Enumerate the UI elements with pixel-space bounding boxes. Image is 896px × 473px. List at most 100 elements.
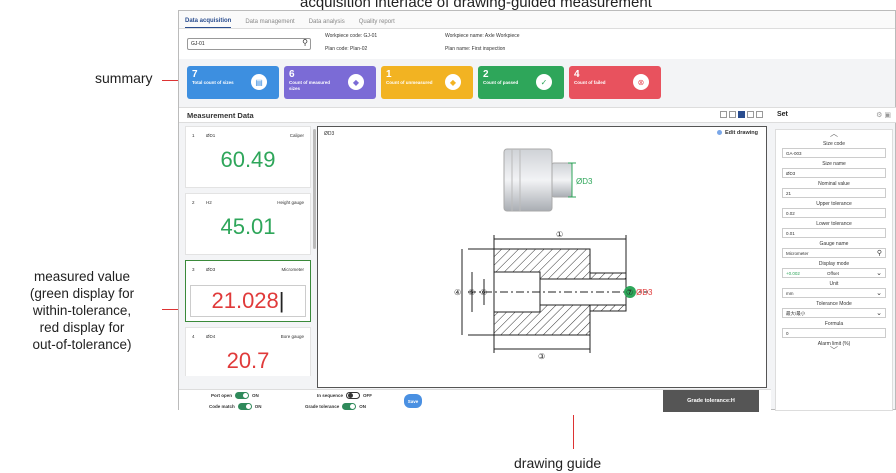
in-sequence-toggle[interactable]: In sequence OFF — [317, 392, 372, 399]
part-3d-preview: ØD3 — [503, 148, 593, 212]
code-match-switch[interactable] — [237, 403, 252, 410]
app-window: Data acquisition Data management Data an… — [178, 10, 896, 412]
grade-tolerance-label: Grade tolerance — [305, 404, 340, 409]
save-button[interactable]: Save — [404, 394, 422, 408]
measured-value[interactable]: 21.028| — [190, 285, 306, 317]
callout-measured-line-2: (green display for — [29, 286, 135, 301]
tab-data-analysis[interactable]: Data analysis — [309, 19, 345, 28]
port-open-label: Port open — [211, 393, 232, 398]
grade-tolerance-switch[interactable] — [342, 403, 357, 410]
gauge-name-value: Micrometer — [786, 250, 809, 256]
callout-measured-line-3: within-tolerance, — [32, 303, 132, 318]
port-open-toggle[interactable]: Port open ON — [211, 392, 259, 399]
workpiece-code: Workpiece code: GJ-01 — [325, 33, 378, 39]
settings-icon[interactable]: ⚙ ▣ — [876, 111, 891, 119]
list-item-selected[interactable]: 3 ØD3 Micrometer 21.028| — [185, 260, 311, 322]
card-measured-label: Count of measured sizes — [289, 80, 331, 91]
chevron-down-icon: ⌄ — [876, 270, 882, 277]
item-gauge: Bore gauge — [280, 334, 304, 339]
card-total-label: Total count of sizes — [192, 80, 234, 85]
card-unmeasured[interactable]: 1 Count of unmeasured ◆ — [381, 66, 473, 99]
card-failed[interactable]: 4 Count of failed ⊗ — [569, 66, 661, 99]
upper-tolerance-label: Upper tolerance — [816, 201, 852, 207]
gauge-name-field[interactable]: Micrometer ⚲ — [782, 248, 886, 258]
item-index: 4 — [192, 334, 195, 339]
card-passed-label: Count of passed — [483, 80, 519, 85]
item-size: ØD4 — [206, 334, 216, 339]
grade-tolerance-toggle[interactable]: Grade tolerance ON — [305, 403, 366, 410]
plan-code: Plan code: Plan-02 — [325, 46, 368, 52]
ruler-icon: ◆ — [445, 74, 461, 90]
set-header: Set ⚙ ▣ — [771, 107, 896, 123]
port-open-switch[interactable] — [235, 392, 249, 399]
tab-quality-report[interactable]: Quality report — [359, 19, 395, 28]
split-view-icon[interactable] — [747, 111, 754, 118]
tab-data-acquisition[interactable]: Data acquisition — [185, 18, 232, 28]
drawing-guide[interactable]: ØD3 Edit drawing ØD3 ① ③ ④ ⑤ ⑥ ⑦ ØD3 — [317, 126, 767, 388]
unit-label: Unit — [829, 281, 839, 287]
grade-tolerance-button[interactable]: Grade tolerance:H — [663, 390, 759, 412]
in-sequence-switch[interactable] — [346, 392, 361, 399]
view-mode-icons — [720, 111, 763, 118]
part-drawing: ØD3 ① ③ ④ ⑤ ⑥ ⑦ ØD3 — [454, 148, 653, 361]
workpiece-info: GJ-01 ⚲ Workpiece code: GJ-01 Plan code:… — [179, 29, 895, 59]
marker-1: ① — [556, 230, 563, 239]
chevron-down-icon: ⌄ — [876, 310, 882, 317]
formula-value: 0 — [786, 330, 789, 336]
measured-value: 45.01 — [220, 214, 276, 239]
list-item[interactable]: 4 ØD4 Bore gauge 20.7 — [185, 327, 311, 376]
code-match-label: Code match — [209, 404, 235, 409]
preview-dim-label: ØD3 — [576, 177, 593, 186]
search-input[interactable]: GJ-01 ⚲ — [187, 38, 311, 50]
size-code-value: GA-003 — [786, 150, 802, 156]
check-shield-icon: ✓ — [536, 74, 552, 90]
chevron-down-icon[interactable]: ﹀ — [776, 347, 892, 355]
item-size: ØD1 — [206, 133, 216, 138]
upper-tolerance-value: 0.02 — [786, 210, 795, 216]
code-match-state: ON — [254, 404, 262, 409]
search-icon[interactable]: ⚲ — [877, 249, 882, 257]
code-match-toggle[interactable]: Code match ON — [209, 403, 262, 410]
card-total-sizes[interactable]: 7 Total count of sizes ▤ — [187, 66, 279, 99]
measured-value: 60.49 — [220, 147, 276, 172]
upper-tolerance-field[interactable]: 0.02 — [782, 208, 886, 218]
size-code-field[interactable]: GA-003 — [782, 148, 886, 158]
item-index: 3 — [192, 267, 195, 272]
table-view-icon[interactable] — [756, 111, 763, 118]
lower-tolerance-field[interactable]: 0.01 — [782, 228, 886, 238]
list-item[interactable]: 1 ØD1 Caliper 60.49 — [185, 126, 311, 188]
card-failed-label: Count of failed — [574, 80, 606, 85]
drawing-view-icon[interactable] — [738, 111, 745, 118]
ruler-icon: ◆ — [348, 74, 364, 90]
tab-data-management[interactable]: Data management — [245, 19, 294, 28]
measurement-list: 1 ØD1 Caliper 60.49 2 H2 Height gauge 45… — [185, 126, 311, 376]
tolerance-settings-panel: ︿ Size code GA-003 Size name ØD3 Nominal… — [775, 129, 893, 411]
list-icon: ▤ — [251, 74, 267, 90]
tab-bar: Data acquisition Data management Data an… — [179, 11, 895, 29]
formula-field[interactable]: 0 — [782, 328, 886, 338]
tolerance-mode-label: Tolerance Mode — [816, 301, 852, 307]
measurement-header: Measurement Data — [179, 107, 771, 123]
size-name-field[interactable]: ØD3 — [782, 168, 886, 178]
search-icon[interactable]: ⚲ — [302, 38, 308, 47]
display-mode-select[interactable]: +0.002 Offset ⌄ — [782, 268, 886, 278]
list-view-icon[interactable] — [729, 111, 736, 118]
unit-select[interactable]: mm ⌄ — [782, 288, 886, 298]
set-title: Set — [777, 111, 788, 118]
grid-view-icon[interactable] — [720, 111, 727, 118]
size-code-label: Size code — [823, 141, 845, 147]
callout-drawing-guide: drawing guide — [514, 455, 602, 471]
list-scrollbar[interactable] — [313, 129, 316, 249]
tolerance-mode-select[interactable]: 最大/最小 ⌄ — [782, 308, 886, 318]
workpiece-name: Workpiece name: Axle Workpiece — [445, 33, 520, 39]
list-item[interactable]: 2 H2 Height gauge 45.01 — [185, 193, 311, 255]
chevron-up-icon[interactable]: ︿ — [776, 130, 892, 138]
card-measured-sizes[interactable]: 6 Count of measured sizes ◆ — [284, 66, 376, 99]
measurement-title: Measurement Data — [187, 111, 254, 120]
nominal-value-field[interactable]: 21 — [782, 188, 886, 198]
plan-name: Plan name: First inspection — [445, 46, 506, 52]
tolerance-mode-value: 最大/最小 — [786, 310, 806, 316]
card-passed[interactable]: 2 Count of passed ✓ — [478, 66, 564, 99]
size-name-label: Size name — [822, 161, 846, 167]
callout-measured-line-5: out-of-tolerance) — [32, 337, 132, 352]
